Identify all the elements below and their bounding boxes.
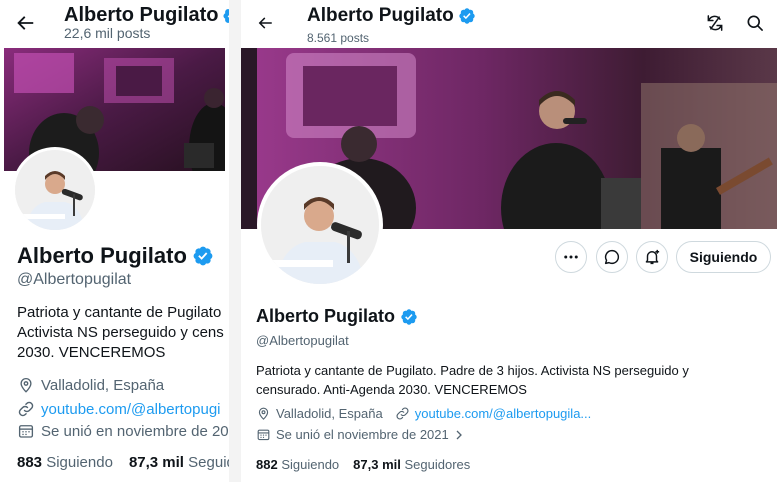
verified-badge-icon: [222, 6, 229, 26]
following-stat[interactable]: 882 Siguiendo: [256, 457, 339, 472]
profile-stats: 883 Siguiendo 87,3 mil Seguid: [17, 454, 229, 471]
back-arrow-icon[interactable]: [256, 14, 274, 32]
translate-icon[interactable]: [705, 13, 725, 33]
link-icon: [17, 400, 35, 418]
followers-label: Seguidores: [404, 457, 471, 472]
location-row: Valladolid, España: [17, 376, 164, 394]
verified-badge-icon: [458, 7, 476, 25]
joined-row: Se unió en noviembre de 20: [17, 422, 229, 440]
website-link[interactable]: youtube.com/@albertopugila...: [415, 406, 592, 421]
message-icon: [604, 249, 620, 265]
followers-count: 87,3 mil: [128, 454, 184, 471]
chevron-right-icon: [456, 430, 462, 439]
back-arrow-icon[interactable]: [14, 12, 36, 34]
header-title: Alberto Pugilato: [307, 5, 476, 27]
search-icon[interactable]: [745, 13, 765, 33]
more-icon: [564, 255, 578, 259]
header-title-text: Alberto Pugilato: [64, 4, 219, 26]
profile-avatar[interactable]: [257, 162, 383, 288]
followers-stat[interactable]: 87,3 mil Seguidores: [353, 457, 470, 472]
following-count: 883: [17, 454, 43, 471]
location-text: Valladolid, España: [276, 406, 383, 421]
more-button[interactable]: [555, 241, 587, 273]
followers-label: Seguid: [188, 454, 229, 471]
posts-count: 8.561 posts: [307, 31, 370, 45]
following-label: Siguiendo: [46, 454, 113, 471]
notification-icon: [645, 249, 660, 265]
verified-badge-icon: [192, 245, 214, 267]
following-stat[interactable]: 883 Siguiendo: [17, 454, 113, 471]
meta-row: Valladolid, España youtube.com/@albertop…: [256, 406, 591, 421]
left-profile-panel: Alberto Pugilato 22,6 mil posts Alberto …: [0, 0, 229, 482]
link-icon: [395, 406, 410, 421]
notifications-button[interactable]: [636, 241, 668, 273]
header-title-text: Alberto Pugilato: [307, 5, 454, 26]
profile-bio: Patriota y cantante de Pugilato. Padre d…: [256, 363, 689, 397]
calendar-icon: [256, 427, 271, 442]
following-count: 882: [256, 457, 278, 472]
profile-name: Alberto Pugilato: [17, 243, 214, 269]
profile-name: Alberto Pugilato: [256, 306, 418, 327]
joined-text: Se unió el noviembre de 2021: [276, 427, 449, 442]
profile-handle: @Albertopugilat: [17, 271, 132, 288]
joined-row[interactable]: Se unió el noviembre de 2021: [256, 427, 465, 442]
profile-name-text: Alberto Pugilato: [17, 243, 187, 268]
posts-count: 22,6 mil posts: [64, 25, 151, 41]
website-link[interactable]: youtube.com/@albertopugi: [41, 401, 221, 418]
followers-stat[interactable]: 87,3 mil Seguid: [129, 454, 229, 471]
joined-text: Se unió en noviembre de 20: [41, 422, 229, 440]
location-text: Valladolid, España: [41, 376, 165, 394]
message-button[interactable]: [596, 241, 628, 273]
right-profile-panel: Alberto Pugilato 8.561 posts Siguiendo A…: [241, 0, 777, 482]
website-row: youtube.com/@albertopugi: [17, 400, 221, 418]
profile-name-text: Alberto Pugilato: [256, 306, 395, 326]
profile-bio: Patriota y cantante de Pugilato Activist…: [17, 304, 224, 361]
profile-avatar[interactable]: [12, 147, 98, 233]
profile-stats: 882 Siguiendo 87,3 mil Seguidores: [256, 457, 470, 472]
profile-handle: @Albertopugilat: [256, 333, 349, 348]
calendar-icon: [17, 422, 35, 440]
location-icon: [17, 376, 35, 394]
followers-count: 87,3 mil: [353, 457, 401, 472]
location-icon: [256, 406, 271, 421]
header-title: Alberto Pugilato: [64, 4, 229, 27]
following-label: Siguiendo: [281, 457, 340, 472]
following-button[interactable]: Siguiendo: [676, 241, 771, 273]
verified-badge-icon: [400, 308, 418, 326]
